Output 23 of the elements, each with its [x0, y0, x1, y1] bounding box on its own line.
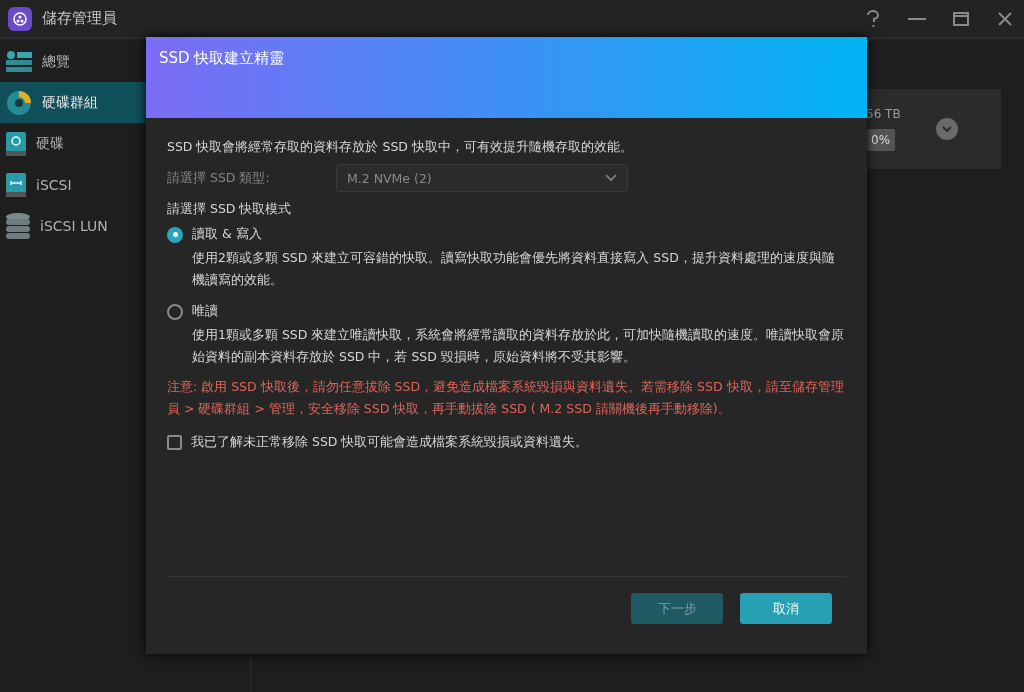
- radio-label: 唯讀: [192, 303, 218, 320]
- server-icon: [6, 172, 26, 197]
- checkbox-label: 我已了解未正常移除 SSD 快取可能會造成檔案系統毀損或資料遺失。: [191, 434, 589, 451]
- disc-icon: [6, 89, 32, 116]
- database-icon: [6, 212, 30, 239]
- window-title: 儲存管理員: [42, 9, 118, 28]
- warning-text: 注意: 啟用 SSD 快取後，請勿任意拔除 SSD，避免造成檔案系統毀損與資料遺失。若需移除 SSD 快取，請至儲存管理員 > 硬碟群組 > 管理，安全移除 SSD 快取，再手動拔除 SSD ( M.2 SSD 請關機後再手動移除)。: [167, 378, 845, 418]
- dialog-title: SSD 快取建立精靈: [146, 37, 867, 118]
- app-logo-icon: [8, 6, 32, 31]
- intro-text: SSD 快取會將經常存取的資料存放於 SSD 快取中，可有效提升隨機存取的效能。: [167, 138, 634, 156]
- radio-button[interactable]: [167, 303, 183, 320]
- list-icon: [6, 50, 32, 73]
- radio-label: 讀取 & 寫入: [192, 226, 262, 243]
- checkbox[interactable]: [167, 435, 182, 450]
- capacity-text: 56 TB: [866, 107, 901, 121]
- usage-badge: 0%: [866, 129, 896, 151]
- mode-description: 使用1顆或多顆 SSD 來建立唯讀快取，系統會將經常讀取的資料存放於此，可加快隨機讀取的速度。唯讀快取會原始資料的副本資料存放於 SSD 中，若 SSD 毀損時，原始資料將不受其影響。: [191, 326, 846, 366]
- mode-label: 請選擇 SSD 快取模式: [167, 200, 293, 218]
- expand-icon[interactable]: [936, 118, 958, 140]
- radio-button[interactable]: [167, 226, 183, 243]
- chevron-down-icon: [605, 174, 617, 182]
- mode-description: 使用2顆或多顆 SSD 來建立可容錯的快取。讀寫快取功能會優先將資料直接寫入 SSD，提升資料處理的速度與隨機讀寫的效能。: [191, 249, 836, 289]
- ssd-type-label: 請選擇 SSD 類型:: [167, 169, 271, 187]
